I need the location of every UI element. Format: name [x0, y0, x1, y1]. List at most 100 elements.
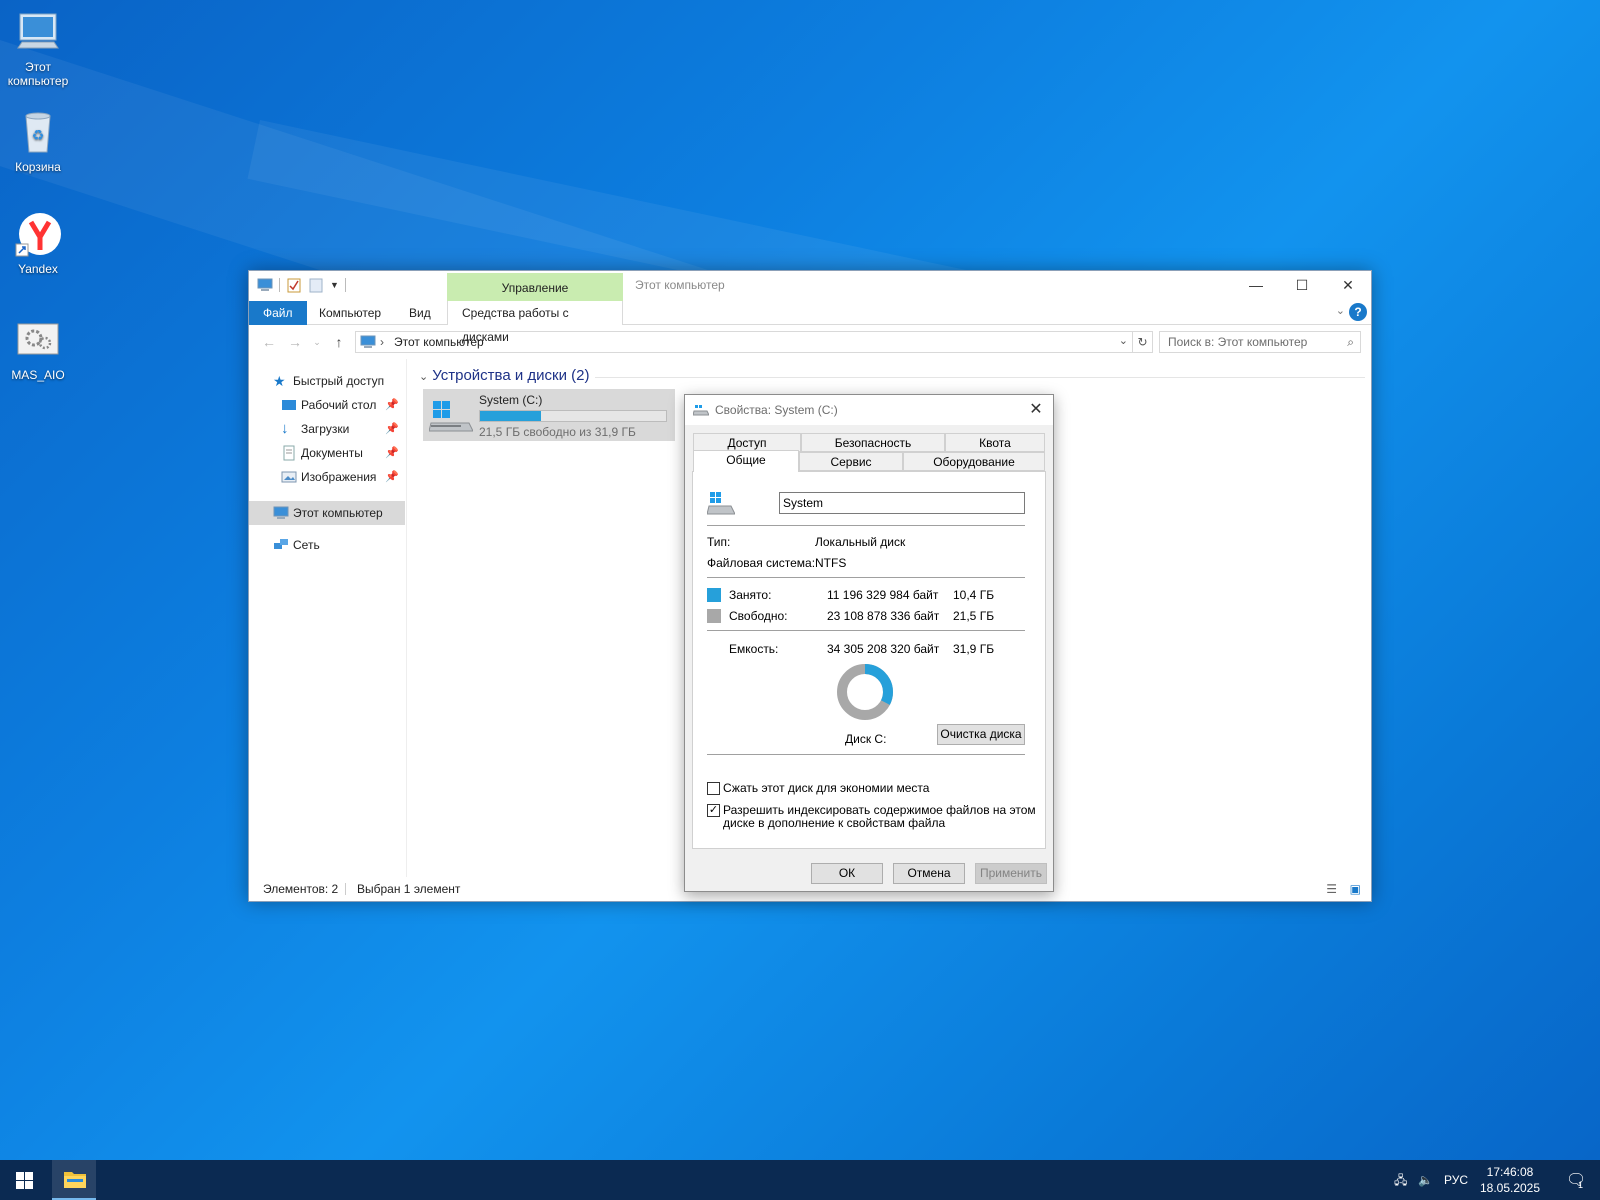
apply-button[interactable]: Применить [975, 863, 1047, 884]
free-bytes: 23 108 878 336 байт [827, 609, 940, 623]
tab-quota[interactable]: Квота [945, 433, 1045, 452]
nav-downloads[interactable]: ↓ Загрузки 📌 [249, 417, 405, 441]
desktop-icon-yandex[interactable]: Yandex [0, 210, 76, 276]
pin-icon[interactable]: 📌 [385, 441, 399, 465]
desktop-icon-mas-aio[interactable]: MAS_AIO [0, 316, 76, 382]
compress-checkbox[interactable] [707, 782, 720, 795]
dialog-close-button[interactable]: ✕ [1025, 399, 1047, 421]
disk-usage-donut [837, 664, 893, 720]
new-folder-icon[interactable] [308, 277, 324, 293]
desktop-icon-label: Этот компьютер [7, 60, 69, 88]
address-dropdown-icon[interactable]: ⌄ [1119, 334, 1128, 347]
desktop-icon-this-pc[interactable]: Этот компьютер [0, 8, 76, 88]
capacity-gb: 31,9 ГБ [953, 642, 995, 656]
group-divider [595, 377, 1365, 378]
breadcrumb[interactable]: Этот компьютер [394, 335, 484, 349]
tab-service[interactable]: Сервис [799, 452, 903, 471]
recent-chevron-icon[interactable]: ⌄ [309, 333, 325, 351]
tab-hardware[interactable]: Оборудование [903, 452, 1045, 471]
nav-quick-access[interactable]: ★ Быстрый доступ [249, 369, 405, 393]
properties-dialog: Свойства: System (C:) ✕ Доступ Безопасно… [684, 394, 1054, 892]
index-checkbox[interactable]: ✓ [707, 804, 720, 817]
status-items-count: Элементов: 2 [263, 882, 339, 896]
back-icon[interactable]: ← [261, 333, 277, 351]
notification-count: 1 [1578, 1180, 1584, 1190]
download-arrow-icon: ↓ [281, 420, 289, 437]
general-tab-panel: System Тип: Локальный диск Файловая сист… [692, 471, 1046, 849]
close-button[interactable]: ✕ [1325, 271, 1371, 299]
image-icon [281, 471, 297, 483]
minimize-button[interactable]: — [1233, 271, 1279, 299]
free-gb: 21,5 ГБ [953, 609, 995, 623]
compress-label[interactable]: Сжать этот диск для экономии места [723, 781, 929, 795]
search-input[interactable]: Поиск в: Этот компьютер ⌕ [1159, 331, 1361, 353]
properties-icon[interactable] [286, 277, 302, 293]
dialog-title: Свойства: System (C:) [715, 403, 838, 417]
folder-icon [64, 1172, 86, 1188]
details-view-icon[interactable]: ☰ [1326, 877, 1337, 901]
network-tray-icon[interactable]: 🖧 [1394, 1160, 1407, 1200]
refresh-button[interactable]: ↻ [1133, 331, 1153, 353]
disk-cleanup-button[interactable]: Очистка диска [937, 724, 1025, 745]
collapse-chevron-icon: ⌄ [419, 371, 429, 383]
search-icon: ⌕ [1347, 335, 1354, 349]
computer-icon [360, 335, 376, 348]
customize-toolbar-icon[interactable]: ▼ [330, 280, 339, 290]
notifications-button[interactable]: 🗨 1 [1556, 1160, 1596, 1200]
help-icon[interactable]: ? [1349, 303, 1367, 321]
volume-name-field[interactable]: System [779, 492, 1025, 514]
nav-images[interactable]: Изображения 📌 [249, 465, 405, 489]
filesystem-label: Файловая система: [707, 556, 816, 570]
desktop-icon-label: Корзина [15, 160, 61, 174]
desktop: Этот компьютер ♻ Корзина Yandex MAS_AIO … [0, 0, 1600, 1160]
gear-file-icon [14, 316, 62, 364]
windows-logo-icon [16, 1172, 33, 1189]
start-button[interactable] [0, 1160, 48, 1200]
nav-documents[interactable]: Документы 📌 [249, 441, 405, 465]
pin-icon[interactable]: 📌 [385, 393, 399, 417]
drive-icon [707, 492, 735, 515]
drive-usage-bar [479, 410, 667, 422]
nav-desktop[interactable]: Рабочий стол 📌 [249, 393, 405, 417]
drive-tile-c[interactable]: System (C:) 21,5 ГБ свободно из 31,9 ГБ [423, 389, 675, 441]
tab-view[interactable]: Вид [395, 301, 445, 325]
document-icon [283, 445, 295, 461]
index-label-line2[interactable]: диске в дополнение к свойствам файла [723, 816, 945, 830]
contextual-tab-manage[interactable]: Управление [447, 273, 623, 301]
tab-computer[interactable]: Компьютер [305, 301, 395, 325]
notification-icon: 🗨 [1566, 1172, 1587, 1189]
up-icon[interactable]: ↑ [331, 333, 347, 351]
pin-icon[interactable]: 📌 [385, 465, 399, 489]
large-icons-view-icon[interactable]: ▣ [1350, 877, 1361, 901]
drive-name: System (C:) [479, 393, 543, 407]
index-label-line1[interactable]: Разрешить индексировать содержимое файло… [723, 803, 1036, 817]
group-header[interactable]: ⌄ Устройства и диски (2) [419, 367, 589, 384]
pin-icon[interactable]: 📌 [385, 417, 399, 441]
tab-disk-tools[interactable]: Средства работы с дисками [447, 301, 623, 344]
input-language[interactable]: РУС [1444, 1160, 1468, 1200]
computer-icon [14, 8, 62, 56]
cancel-button[interactable]: Отмена [893, 863, 965, 884]
svg-text:♻: ♻ [32, 128, 45, 144]
free-space-swatch [707, 609, 721, 623]
used-label: Занято: [729, 588, 772, 602]
forward-icon[interactable]: → [287, 333, 303, 351]
expand-ribbon-icon[interactable]: ⌄ [1336, 304, 1345, 317]
capacity-label: Емкость: [729, 642, 779, 656]
volume-tray-icon[interactable]: 🔈 [1418, 1160, 1433, 1200]
type-label: Тип: [707, 535, 731, 549]
desktop-icon-recycle-bin[interactable]: ♻ Корзина [0, 108, 76, 174]
nav-network[interactable]: Сеть [249, 533, 405, 557]
computer-icon [273, 506, 289, 519]
address-bar[interactable]: › Этот компьютер ⌄ [355, 331, 1133, 353]
nav-this-pc[interactable]: Этот компьютер [249, 501, 405, 525]
computer-icon [257, 278, 273, 291]
tab-general[interactable]: Общие [693, 450, 799, 472]
ribbon-tabs: Файл Компьютер Вид Средства работы с дис… [249, 301, 1371, 344]
taskbar-file-explorer[interactable] [52, 1160, 96, 1200]
ok-button[interactable]: ОК [811, 863, 883, 884]
taskbar-clock[interactable]: 17:46:08 18.05.2025 [1470, 1164, 1550, 1196]
tab-security[interactable]: Безопасность [801, 433, 945, 452]
maximize-button[interactable]: ☐ [1279, 271, 1325, 299]
tab-file[interactable]: Файл [249, 301, 307, 325]
